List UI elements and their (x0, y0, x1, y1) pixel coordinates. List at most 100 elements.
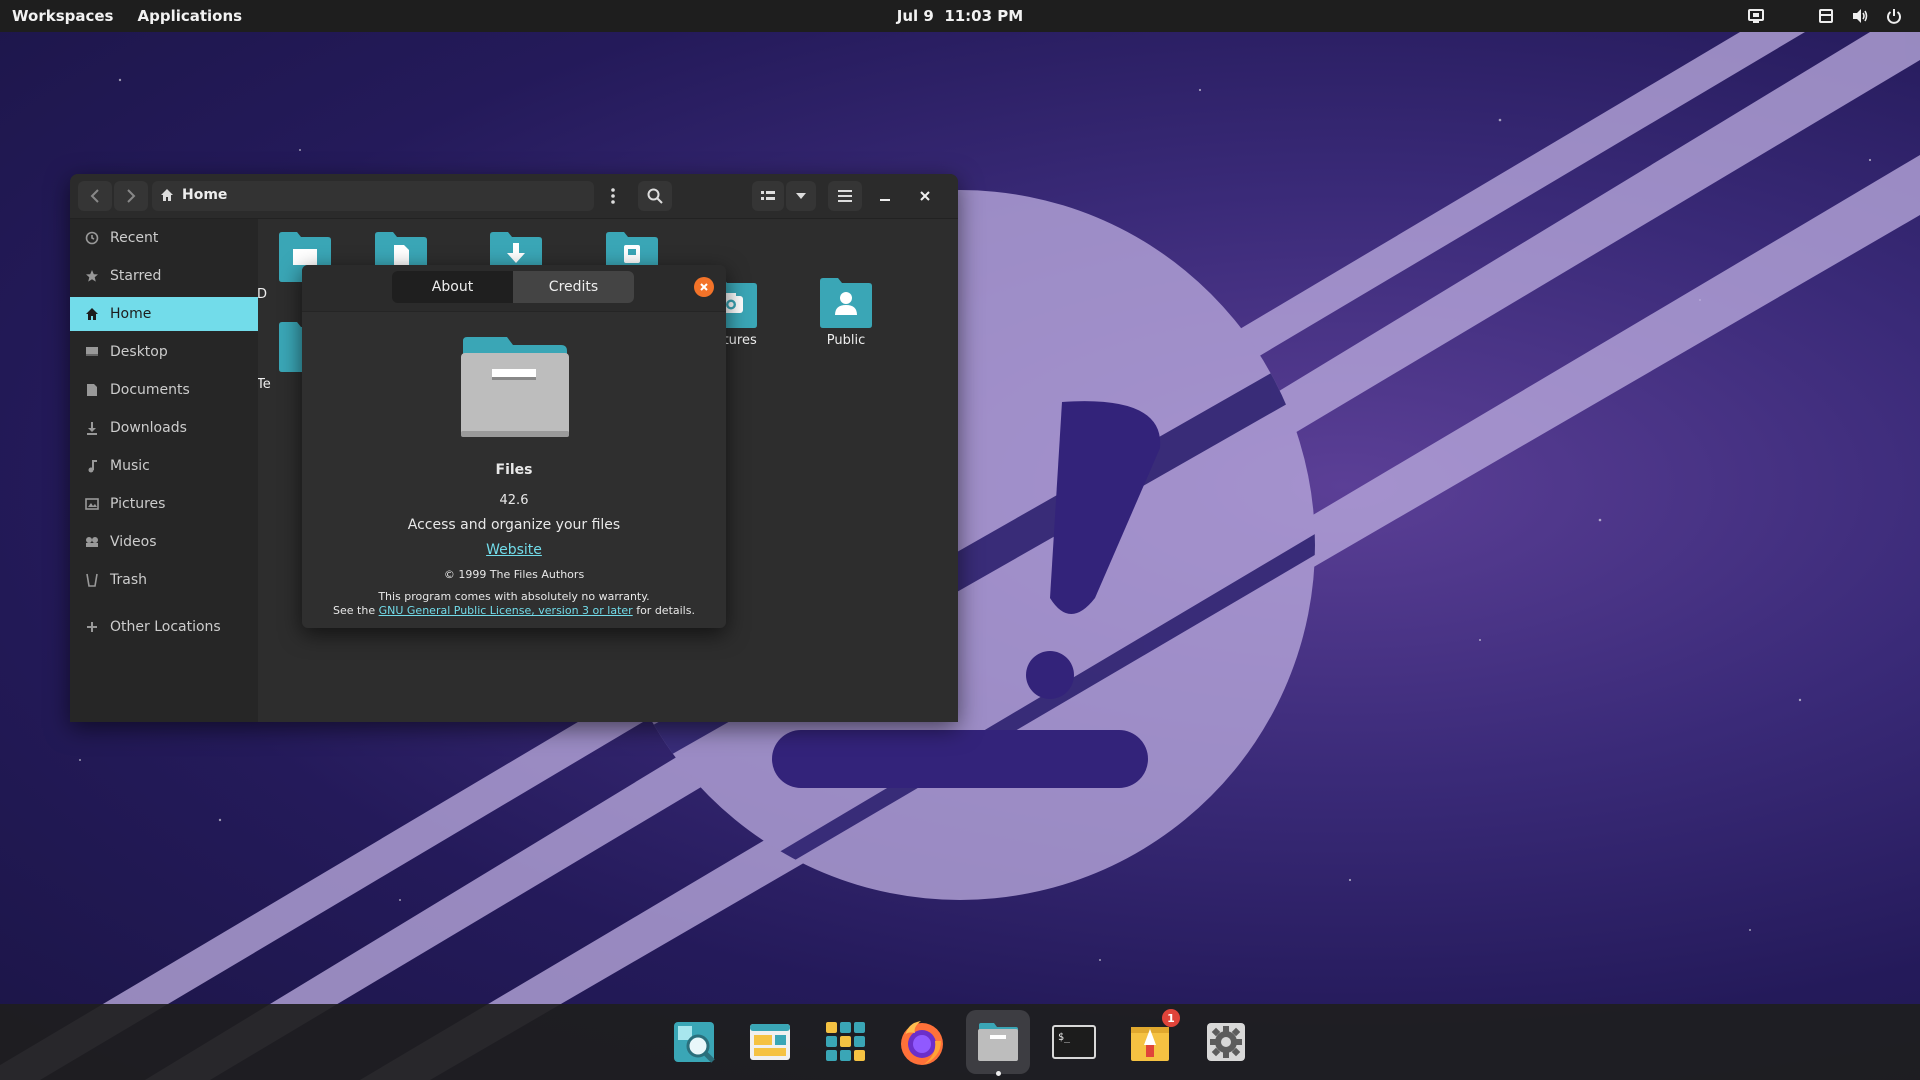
back-button[interactable] (78, 181, 112, 211)
dock-item-app-grid[interactable] (814, 1010, 878, 1074)
sidebar-item-music[interactable]: Music (70, 449, 258, 483)
trash-icon (84, 573, 100, 587)
close-icon (920, 191, 930, 201)
grid-item-public[interactable]: Public (796, 275, 896, 348)
music-icon (84, 459, 100, 473)
volume-icon[interactable] (1850, 6, 1870, 26)
sidebar-item-trash[interactable]: Trash (70, 563, 258, 597)
license-link[interactable]: GNU General Public License, version 3 or… (379, 604, 633, 617)
about-dialog-header: About Credits (302, 265, 726, 312)
app-version: 42.6 (499, 493, 529, 508)
picture-icon (84, 498, 100, 510)
places-sidebar: Recent Starred Home Desktop Documents Do… (70, 219, 258, 722)
license-prefix: See the (333, 604, 379, 617)
sidebar-item-starred[interactable]: Starred (70, 259, 258, 293)
dialog-close-button[interactable] (694, 277, 714, 297)
list-view-icon (761, 191, 775, 200)
settings-icon (1207, 1023, 1245, 1061)
screen-share-icon[interactable] (1746, 6, 1766, 26)
sidebar-item-videos[interactable]: Videos (70, 525, 258, 559)
terminal-icon: $_ (1052, 1025, 1096, 1059)
public-folder-icon (820, 278, 872, 328)
license-text: See the GNU General Public License, vers… (302, 604, 726, 617)
top-panel: Workspaces Applications Jul 9 11:03 PM (0, 0, 1920, 32)
dock: $_ 1 (0, 1004, 1920, 1080)
close-window-button[interactable] (910, 181, 940, 211)
dock-item-workspaces[interactable] (738, 1010, 802, 1074)
chevron-down-icon (796, 193, 806, 199)
tab-about[interactable]: About (392, 271, 513, 303)
desktop-icon (84, 346, 100, 358)
clock-time[interactable]: 11:03 PM (944, 7, 1023, 25)
running-indicator (996, 1071, 1001, 1076)
app-logo-folder-icon (461, 337, 569, 437)
download-icon (84, 421, 100, 435)
sidebar-item-label: Trash (110, 572, 147, 588)
chevron-left-icon (90, 189, 99, 203)
home-icon (84, 307, 100, 321)
plus-icon (84, 621, 100, 633)
sidebar-item-label: Downloads (110, 420, 187, 436)
search-button[interactable] (638, 181, 672, 211)
sidebar-item-label: Home (110, 306, 152, 322)
copyright-text: © 1999 The Files Authors (443, 568, 585, 581)
workspaces-app-icon (750, 1024, 790, 1060)
app-description: Access and organize your files (407, 517, 621, 533)
minimize-icon (880, 199, 890, 201)
sidebar-item-documents[interactable]: Documents (70, 373, 258, 407)
update-count-badge: 1 (1162, 1009, 1180, 1027)
dock-item-search[interactable] (662, 1010, 726, 1074)
search-app-icon (674, 1022, 715, 1063)
applications-button[interactable]: Applications (137, 7, 242, 25)
sidebar-item-label: Recent (110, 230, 159, 246)
firefox-icon (901, 1021, 943, 1065)
headerbar: Home (70, 174, 958, 219)
workspaces-button[interactable]: Workspaces (12, 7, 113, 25)
power-icon[interactable] (1884, 6, 1904, 26)
main-menu-button[interactable] (828, 181, 862, 211)
sidebar-item-other-locations[interactable]: Other Locations (70, 610, 258, 644)
sidebar-item-label: Starred (110, 268, 162, 284)
about-dialog: About Credits Files 42.6 Access and orga… (302, 265, 726, 628)
document-icon (84, 383, 100, 397)
dock-item-app-store[interactable]: 1 (1118, 1009, 1182, 1074)
minimize-button[interactable] (870, 181, 900, 211)
star-icon (84, 269, 100, 283)
tab-credits[interactable]: Credits (513, 271, 634, 303)
path-menu-button[interactable] (598, 181, 628, 211)
sidebar-item-home[interactable]: Home (70, 297, 258, 331)
sidebar-item-label: Other Locations (110, 619, 221, 635)
home-icon (161, 189, 173, 201)
about-tabs: About Credits (392, 271, 634, 303)
clock-date[interactable]: Jul 9 (897, 7, 934, 25)
sidebar-item-label: Pictures (110, 496, 166, 512)
sidebar-item-label: Music (110, 458, 150, 474)
sidebar-item-label: Videos (110, 534, 157, 550)
sidebar-item-downloads[interactable]: Downloads (70, 411, 258, 445)
dock-item-settings[interactable] (1194, 1010, 1258, 1074)
sidebar-item-label: Desktop (110, 344, 168, 360)
path-bar[interactable]: Home (152, 181, 594, 211)
path-crumb-home[interactable]: Home (182, 187, 227, 203)
sidebar-item-desktop[interactable]: Desktop (70, 335, 258, 369)
dock-item-terminal[interactable]: $_ (1042, 1010, 1106, 1074)
app-grid-icon (826, 1022, 865, 1061)
view-mode-button[interactable] (752, 181, 784, 211)
view-options-button[interactable] (786, 181, 816, 211)
kebab-menu-icon (611, 188, 615, 204)
dock-item-firefox[interactable] (890, 1010, 954, 1074)
app-name: Files (495, 462, 533, 478)
sidebar-item-recent[interactable]: Recent (70, 221, 258, 255)
dock-item-files[interactable] (966, 1010, 1030, 1076)
website-link[interactable]: Website (486, 542, 542, 558)
close-icon (700, 283, 708, 291)
files-app-icon (978, 1023, 1018, 1061)
chevron-right-icon (127, 189, 136, 203)
notification-icon[interactable] (1816, 6, 1836, 26)
warranty-text: This program comes with absolutely no wa… (378, 590, 650, 603)
license-suffix: for details. (632, 604, 695, 617)
clock-icon (84, 231, 100, 245)
forward-button[interactable] (114, 181, 148, 211)
sidebar-item-pictures[interactable]: Pictures (70, 487, 258, 521)
search-icon (647, 188, 663, 204)
